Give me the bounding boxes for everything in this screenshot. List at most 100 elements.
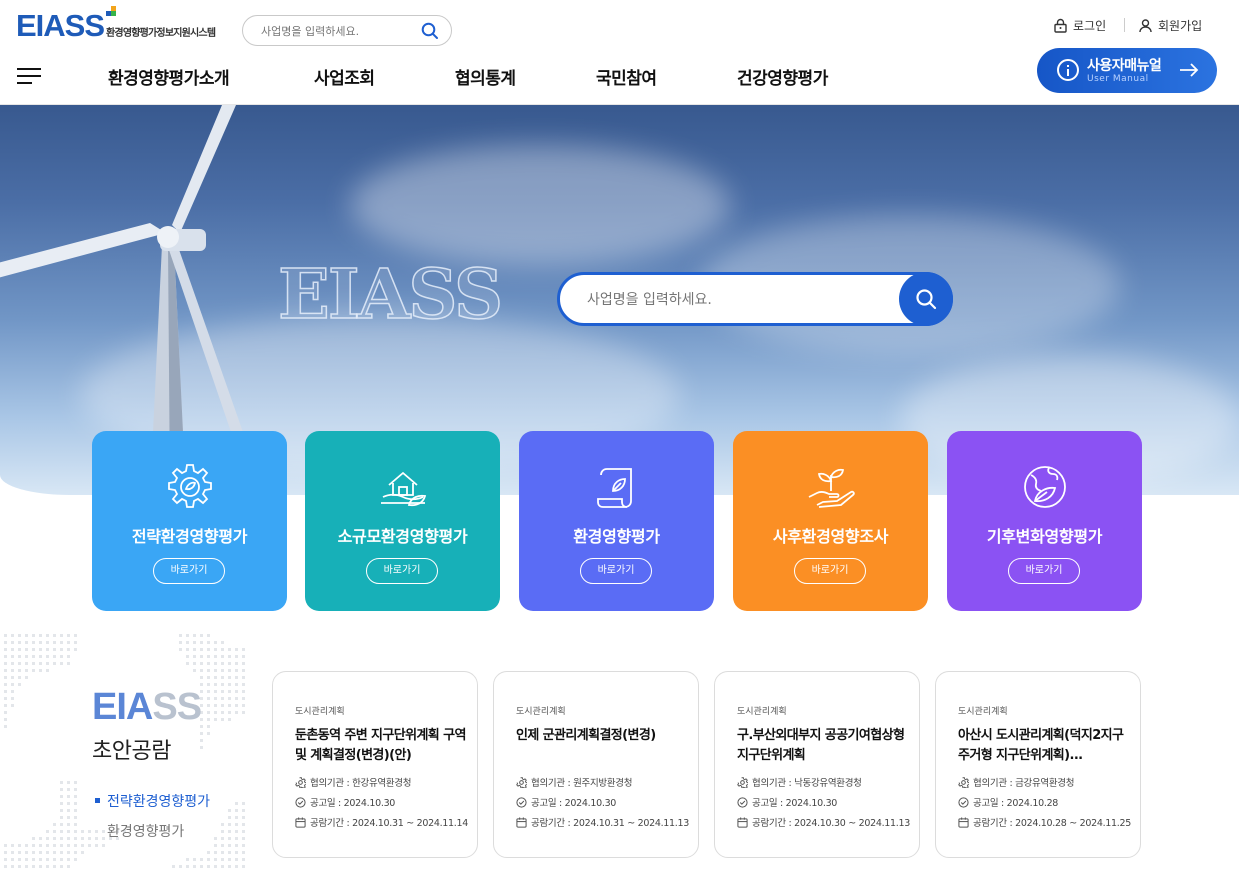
item-notice-date: 공고일 : 2024.10.30 bbox=[737, 795, 837, 809]
draft-item[interactable]: 도시관리계획 아산시 도시관리계획(덕지2지구 주거형 지구단위계획)... 협… bbox=[935, 671, 1141, 858]
menu-icon[interactable] bbox=[17, 68, 41, 86]
card-climate-eia[interactable]: 기후변화영향평가 바로가기 bbox=[947, 431, 1142, 611]
item-title: 구.부산외대부지 공공기여협상형 지구단위계획 bbox=[737, 728, 905, 763]
item-notice-text: 공고일 : 2024.10.30 bbox=[531, 798, 617, 809]
item-period: 공람기간 : 2024.10.28 ~ 2024.11.25 bbox=[958, 815, 1131, 829]
item-agency-text: 협의기관 : 한강유역환경청 bbox=[310, 778, 412, 789]
manual-subtitle: User Manual bbox=[1087, 74, 1149, 84]
calendar-icon bbox=[737, 816, 748, 828]
item-period: 공람기간 : 2024.10.30 ~ 2024.11.13 bbox=[737, 815, 910, 829]
check-circle-icon bbox=[295, 796, 306, 808]
login-label: 로그인 bbox=[1073, 19, 1107, 33]
item-title: 둔촌동역 주변 지구단위계획 구역 및 계획결정(변경)(안) bbox=[295, 728, 466, 763]
user-icon bbox=[1139, 19, 1152, 33]
join-label: 회원가입 bbox=[1158, 19, 1203, 33]
nav-item-stats[interactable]: 협의통계 bbox=[455, 64, 516, 89]
item-period: 공람기간 : 2024.10.31 ~ 2024.11.13 bbox=[516, 815, 689, 829]
tab-eia[interactable]: 환경영향평가 bbox=[107, 821, 184, 841]
search-icon[interactable] bbox=[421, 22, 439, 40]
card-title: 소규모환경영향평가 bbox=[337, 527, 468, 546]
logo-dots-icon bbox=[106, 6, 120, 20]
card-go-button[interactable]: 바로가기 bbox=[1008, 558, 1080, 584]
site-header: EIASS 환경영향평가정보지원시스템 로그인 회원가입 bbox=[0, 0, 1239, 105]
card-post-eia[interactable]: 사후환경영향조사 바로가기 bbox=[733, 431, 928, 611]
gear-small-icon bbox=[516, 776, 527, 788]
tab-strategic-eia[interactable]: 전략환경영향평가 bbox=[107, 791, 210, 811]
item-period: 공람기간 : 2024.10.31 ~ 2024.11.14 bbox=[295, 815, 468, 829]
calendar-icon bbox=[516, 816, 527, 828]
card-eia[interactable]: 환경영향평가 바로가기 bbox=[519, 431, 714, 611]
globe-leaf-icon bbox=[1024, 466, 1066, 508]
card-title: 전략환경영향평가 bbox=[131, 527, 248, 546]
nav-item-health[interactable]: 건강영향평가 bbox=[737, 64, 828, 89]
hero-search bbox=[557, 272, 953, 326]
gear-icon bbox=[168, 464, 212, 508]
user-manual-button[interactable]: 사용자매뉴얼 User Manual bbox=[1037, 48, 1217, 93]
item-title: 아산시 도시관리계획(덕지2지구 주거형 지구단위계획)... bbox=[958, 728, 1124, 763]
section-brand-part2: SS bbox=[152, 686, 202, 728]
lock-icon bbox=[1054, 18, 1067, 33]
item-period-text: 공람기간 : 2024.10.31 ~ 2024.11.14 bbox=[310, 818, 468, 829]
hero-search-input[interactable] bbox=[587, 289, 887, 311]
item-agency-text: 협의기관 : 원주지방환경청 bbox=[531, 778, 633, 789]
item-category: 도시관리계획 bbox=[958, 707, 1008, 717]
header-search-input[interactable] bbox=[261, 22, 411, 40]
card-go-button[interactable]: 바로가기 bbox=[153, 558, 225, 584]
item-agency-text: 협의기관 : 낙동강유역환경청 bbox=[752, 778, 862, 789]
hand-plant-icon bbox=[808, 468, 855, 508]
item-agency-text: 협의기관 : 금강유역환경청 bbox=[973, 778, 1075, 789]
item-category: 도시관리계획 bbox=[295, 707, 345, 717]
gear-small-icon bbox=[958, 776, 969, 788]
item-period-text: 공람기간 : 2024.10.30 ~ 2024.11.13 bbox=[752, 818, 910, 829]
nav-item-intro[interactable]: 환경영향평가소개 bbox=[108, 64, 230, 89]
site-logo[interactable]: EIASS 환경영향평가정보지원시스템 bbox=[16, 6, 216, 43]
hero-brand: EIASS bbox=[277, 254, 504, 336]
info-icon bbox=[1057, 59, 1079, 81]
card-go-button[interactable]: 바로가기 bbox=[580, 558, 652, 584]
hero-search-button[interactable] bbox=[899, 272, 953, 326]
section-brand: EIASS bbox=[92, 686, 202, 729]
arrow-right-icon bbox=[1180, 63, 1199, 77]
scroll-icon bbox=[597, 468, 632, 508]
login-link[interactable]: 로그인 bbox=[1053, 17, 1106, 34]
check-circle-icon bbox=[516, 796, 527, 808]
hero-cloud bbox=[350, 145, 730, 265]
item-category: 도시관리계획 bbox=[737, 707, 787, 717]
item-agency: 협의기관 : 금강유역환경청 bbox=[958, 775, 1074, 789]
item-notice-date: 공고일 : 2024.10.30 bbox=[295, 795, 395, 809]
join-link[interactable]: 회원가입 bbox=[1138, 17, 1202, 34]
card-go-button[interactable]: 바로가기 bbox=[794, 558, 866, 584]
calendar-icon bbox=[958, 816, 969, 828]
item-notice-text: 공고일 : 2024.10.30 bbox=[310, 798, 396, 809]
section-brand-part1: EIA bbox=[92, 686, 153, 728]
nav-item-search[interactable]: 사업조회 bbox=[314, 64, 375, 89]
item-notice-text: 공고일 : 2024.10.30 bbox=[752, 798, 838, 809]
card-title: 환경영향평가 bbox=[573, 527, 660, 546]
logo-subtitle: 환경영향평가정보지원시스템 bbox=[106, 28, 216, 39]
gear-small-icon bbox=[737, 776, 748, 788]
house-leaf-icon bbox=[381, 471, 427, 507]
item-notice-date: 공고일 : 2024.10.30 bbox=[516, 795, 616, 809]
item-period-text: 공람기간 : 2024.10.28 ~ 2024.11.25 bbox=[973, 818, 1131, 829]
logo-mark: EIASS bbox=[16, 8, 105, 43]
active-tab-bullet bbox=[95, 798, 100, 803]
nav-item-participation[interactable]: 국민참여 bbox=[596, 64, 657, 89]
item-category: 도시관리계획 bbox=[516, 707, 566, 717]
item-notice-text: 공고일 : 2024.10.28 bbox=[973, 798, 1059, 809]
item-notice-date: 공고일 : 2024.10.28 bbox=[958, 795, 1058, 809]
check-circle-icon bbox=[737, 796, 748, 808]
card-small-eia[interactable]: 소규모환경영향평가 바로가기 bbox=[305, 431, 500, 611]
header-search bbox=[242, 15, 452, 46]
gear-small-icon bbox=[295, 776, 306, 788]
util-divider bbox=[1124, 18, 1125, 32]
manual-title: 사용자매뉴얼 bbox=[1087, 58, 1162, 74]
draft-item[interactable]: 도시관리계획 인제 군관리계획결정(변경) 협의기관 : 원주지방환경청 공고일… bbox=[493, 671, 699, 858]
card-go-button[interactable]: 바로가기 bbox=[366, 558, 438, 584]
item-agency: 협의기관 : 한강유역환경청 bbox=[295, 775, 411, 789]
draft-item[interactable]: 도시관리계획 구.부산외대부지 공공기여협상형 지구단위계획 협의기관 : 낙동… bbox=[714, 671, 920, 858]
section-title: 초안공람 bbox=[92, 739, 171, 764]
item-period-text: 공람기간 : 2024.10.31 ~ 2024.11.13 bbox=[531, 818, 689, 829]
card-title: 기후변화영향평가 bbox=[986, 527, 1103, 546]
draft-item[interactable]: 도시관리계획 둔촌동역 주변 지구단위계획 구역 및 계획결정(변경)(안) 협… bbox=[272, 671, 478, 858]
card-strategic-eia[interactable]: 전략환경영향평가 바로가기 bbox=[92, 431, 287, 611]
